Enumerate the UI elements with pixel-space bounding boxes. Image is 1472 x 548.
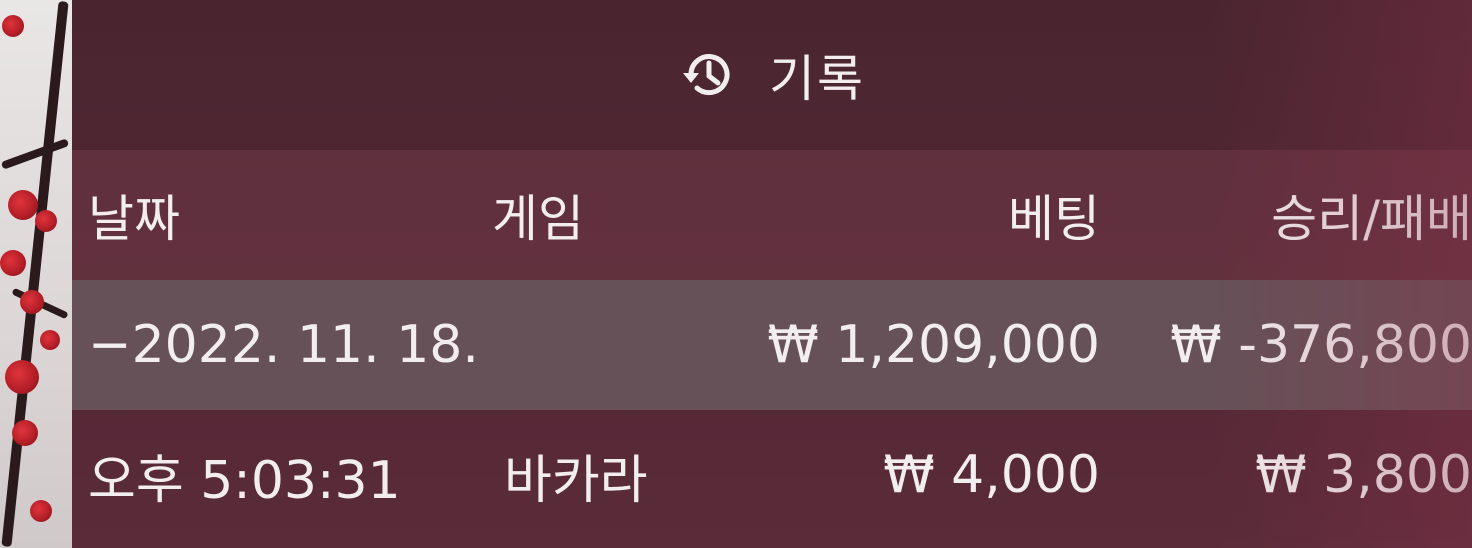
history-table: 날짜 게임 베팅 승리/패배 −2022. 11. 18. ₩ 1,209,00… (72, 150, 1472, 540)
page-title: 기록 (769, 50, 865, 108)
table-header: 날짜 게임 베팅 승리/패배 (72, 150, 1472, 280)
background-blossom-image (0, 0, 72, 548)
date-group-result-total: ₩ -376,800 (1170, 315, 1472, 375)
date-group-bet-total: ₩ 1,209,000 (767, 315, 1100, 375)
column-header-bet: 베팅 (1008, 190, 1100, 248)
row-time: 오후 5:03:31 (88, 450, 401, 511)
row-game: 바카라 (504, 450, 648, 511)
history-icon (679, 45, 739, 105)
date-group-date: −2022. 11. 18. (88, 315, 479, 375)
table-row[interactable]: 오후 5:03:31 바카라 ₩ 4,000 ₩ 3,800 (72, 410, 1472, 540)
column-header-date: 날짜 (88, 190, 180, 248)
column-header-result: 승리/패배 (1271, 190, 1472, 248)
row-bet: ₩ 4,000 (883, 445, 1100, 505)
column-header-game: 게임 (492, 190, 584, 248)
title-bar: 기록 (72, 0, 1472, 150)
history-panel: 기록 날짜 게임 베팅 승리/패배 −2022. 11. 18. ₩ 1,209… (72, 0, 1472, 548)
history-screen: 기록 날짜 게임 베팅 승리/패배 −2022. 11. 18. ₩ 1,209… (0, 0, 1472, 548)
date-group-row[interactable]: −2022. 11. 18. ₩ 1,209,000 ₩ -376,800 (72, 280, 1472, 410)
row-result: ₩ 3,800 (1255, 445, 1472, 505)
